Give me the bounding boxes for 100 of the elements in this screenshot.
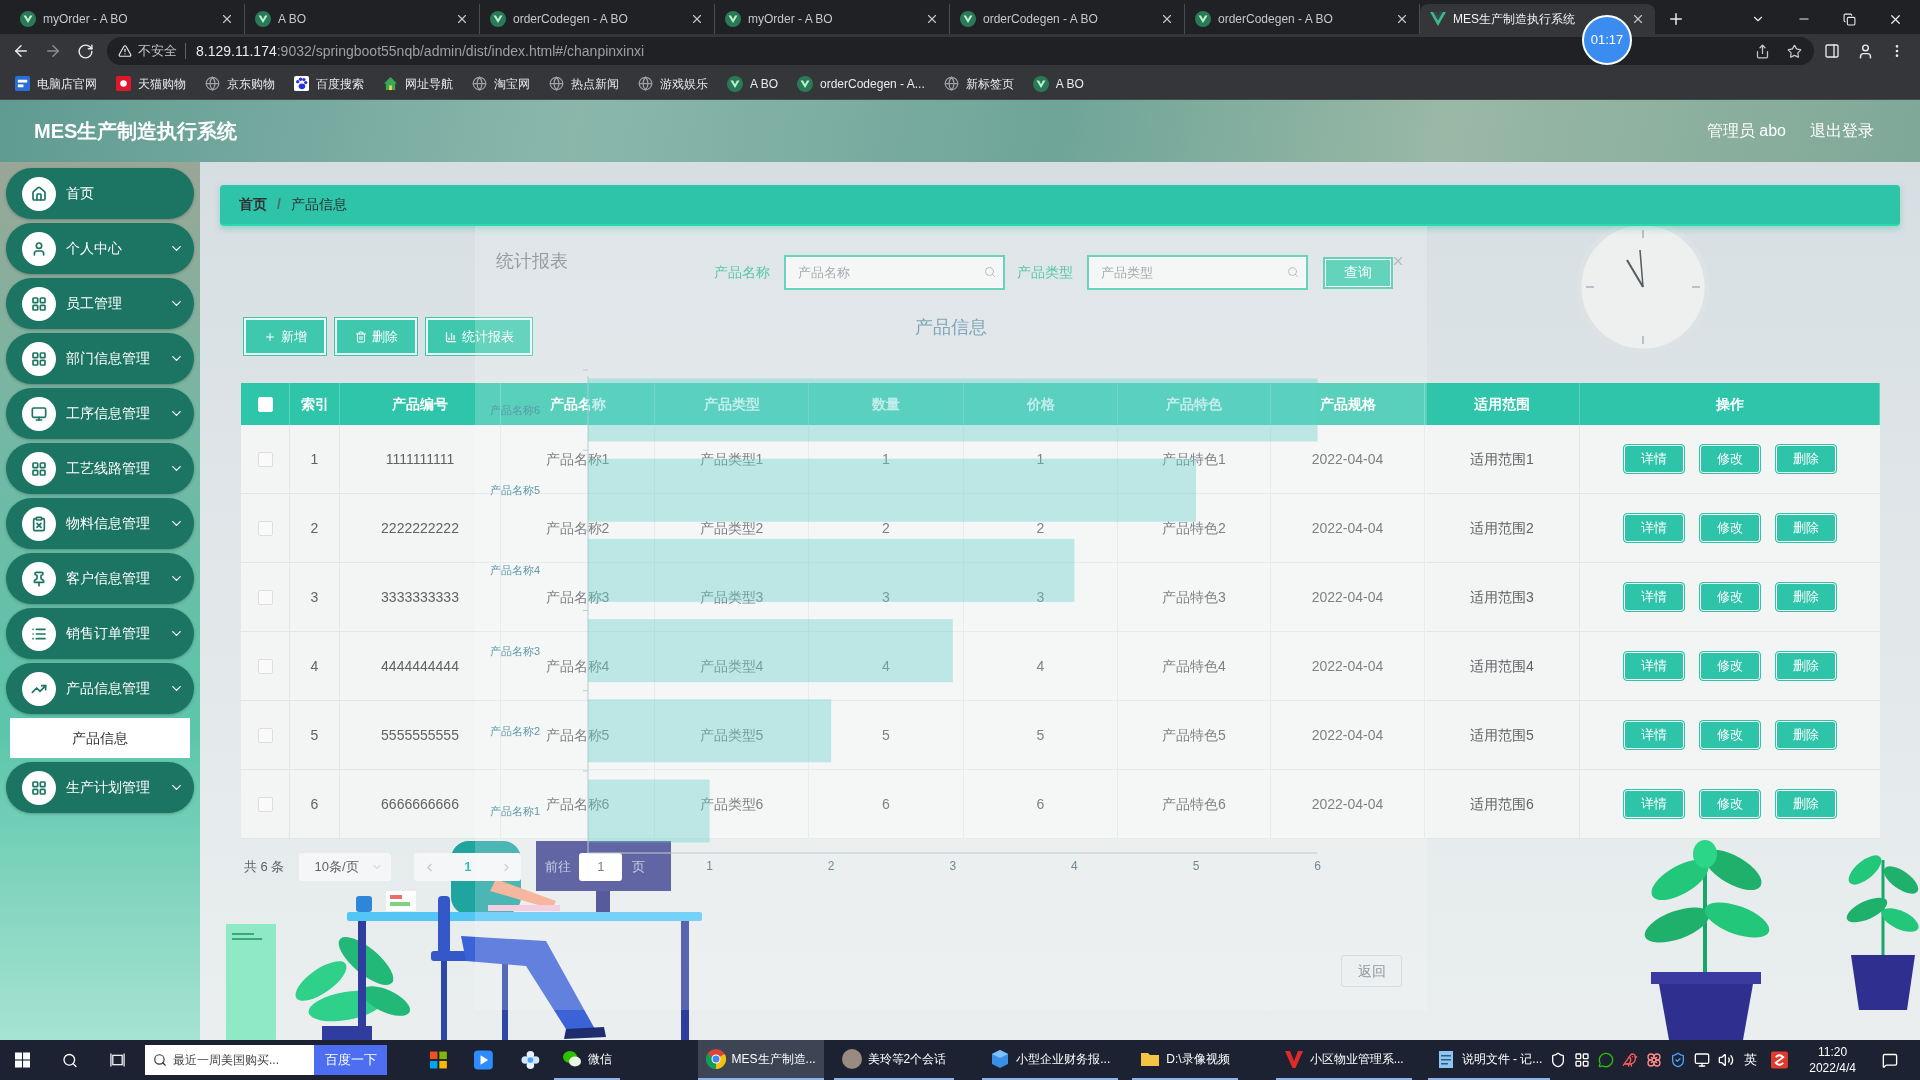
star-icon[interactable] [1787, 43, 1802, 59]
sidebar-menu-item[interactable]: 物料信息管理 [6, 498, 194, 549]
notification-icon[interactable] [1882, 1051, 1898, 1069]
close-icon[interactable] [925, 12, 939, 26]
search-button[interactable]: 百度一下 [314, 1045, 388, 1075]
bookmark[interactable]: 百度搜索 [294, 74, 364, 93]
checkbox[interactable] [257, 520, 273, 536]
sidebar-menu-item[interactable]: 产品信息管理 [6, 663, 194, 714]
new-tab-icon[interactable] [1667, 10, 1685, 28]
close-icon[interactable] [455, 12, 469, 26]
chat-icon[interactable] [1598, 1052, 1615, 1068]
taskbar-app[interactable]: 微信 [553, 1040, 620, 1080]
bookmark[interactable]: A BO [727, 74, 778, 93]
close-icon[interactable] [1395, 12, 1409, 26]
task-view-icon[interactable] [109, 1052, 125, 1068]
bookmark[interactable]: 热点新闻 [549, 74, 619, 93]
v-logo-icon [725, 11, 741, 27]
bookmark[interactable]: 淘宝网 [472, 74, 530, 93]
browser-icon [705, 1049, 726, 1069]
bookmark[interactable]: 网址导航 [383, 74, 453, 93]
page-size-select[interactable]: 10条/页 [299, 853, 392, 881]
checkbox[interactable] [257, 796, 273, 812]
close-icon[interactable] [690, 12, 704, 26]
search-field[interactable]: 产品类型 [1086, 255, 1308, 290]
checkbox[interactable] [257, 451, 273, 467]
colored-squares-icon[interactable] [429, 1050, 448, 1070]
taskbar-app[interactable]: 小区物业管理系... [1275, 1040, 1412, 1080]
bookmark[interactable]: 天猫购物 [116, 74, 186, 93]
trash-icon [354, 330, 367, 343]
warning-icon [118, 44, 132, 58]
square-logo-icon [15, 76, 30, 91]
checkbox[interactable] [257, 658, 273, 674]
taskbar-app[interactable]: 美玲等2个会话 [833, 1040, 955, 1080]
table-cell: 6 [964, 770, 1118, 839]
search-field[interactable]: 最近一周美国购买... [145, 1045, 314, 1075]
avatar-icon [841, 1049, 862, 1069]
sidebar-menu-item[interactable]: 员工管理 [6, 278, 194, 329]
tick-label: 4 [1071, 859, 1078, 873]
bookmark[interactable]: 游戏娱乐 [638, 74, 708, 93]
side-panel-icon[interactable] [1824, 43, 1840, 59]
sidebar-menu-item[interactable]: 客户信息管理 [6, 553, 194, 604]
page-number-input[interactable]: 1 [579, 853, 623, 881]
input-method-indicator[interactable]: 英 [1744, 1050, 1758, 1070]
bookmark[interactable]: 京东购物 [205, 74, 275, 93]
chat-bubbles-icon [561, 1049, 582, 1069]
field-label: 产品名称 [713, 263, 770, 282]
plus-icon [263, 330, 276, 343]
sidebar-submenu-item[interactable]: 产品信息 [10, 718, 190, 758]
v-logo-icon [727, 75, 743, 92]
close-icon[interactable] [1160, 12, 1174, 26]
paw-icon [294, 76, 309, 91]
share-icon[interactable] [1755, 43, 1770, 59]
tick-label: 1 [706, 859, 713, 873]
bird-icon[interactable] [1622, 1052, 1639, 1068]
table-cell: 产品类型6 [655, 770, 809, 839]
sidebar-menu-item[interactable]: 生产计划管理 [6, 762, 194, 813]
back-icon[interactable] [12, 42, 30, 60]
close-icon[interactable] [1631, 12, 1645, 26]
checkbox[interactable] [257, 727, 273, 743]
list-icon [22, 616, 56, 651]
pin-icon [22, 561, 56, 596]
sidebar-menu-item[interactable]: 个人中心 [6, 223, 194, 274]
volume-icon[interactable] [1718, 1052, 1735, 1068]
chart-title: 产品信息 [915, 316, 987, 338]
v-logo-icon [20, 11, 36, 27]
search-field[interactable]: 产品名称 [783, 255, 1005, 290]
taskbar-app[interactable]: MES生产制造... [697, 1040, 824, 1080]
sidebar-menu-item[interactable]: 首页 [6, 168, 194, 219]
shield-icon[interactable] [1550, 1052, 1567, 1068]
taskbar-app[interactable]: 小型企业财务报... [982, 1040, 1119, 1080]
browser-tab[interactable]: MES生产制造执行系统 [1420, 4, 1655, 34]
app-tile-icon[interactable] [1771, 1051, 1789, 1069]
play-icon[interactable] [474, 1050, 493, 1070]
forward-icon[interactable] [44, 42, 62, 60]
user-icon [22, 231, 56, 266]
bookmark[interactable]: 新标签页 [943, 74, 1014, 93]
close-icon[interactable] [220, 12, 234, 26]
taskbar-app[interactable]: D:\录像视频 [1132, 1040, 1238, 1080]
profile-icon[interactable] [1857, 42, 1874, 60]
restore-icon[interactable] [1843, 12, 1856, 26]
taskbar-app[interactable]: 说明文件 - 记... [1427, 1040, 1551, 1080]
bookmark[interactable]: orderCodegen - A... [797, 74, 925, 93]
reload-icon[interactable] [77, 42, 94, 60]
bookmark[interactable]: A BO [1032, 74, 1084, 93]
sidebar-menu-item[interactable]: 工序信息管理 [6, 388, 194, 439]
sidebar-menu-item[interactable]: 工艺线路管理 [6, 443, 194, 494]
grid-icon[interactable] [1574, 1052, 1591, 1068]
checkbox[interactable] [257, 589, 273, 605]
taskbar-date: 2022/4/4 [1809, 1060, 1856, 1076]
sidebar-menu-item[interactable]: 部门信息管理 [6, 333, 194, 384]
bookmark[interactable]: 电脑店官网 [15, 74, 97, 93]
sidebar-menu-item[interactable]: 销售订单管理 [6, 608, 194, 659]
flower-icon[interactable] [520, 1050, 540, 1070]
v-logo-icon [1195, 11, 1211, 27]
flower-icon[interactable] [1646, 1052, 1663, 1068]
monitor-icon[interactable] [1694, 1052, 1711, 1068]
breadcrumb-link[interactable]: 首页 [239, 194, 267, 215]
windows-logo-icon[interactable] [15, 1052, 30, 1068]
search-icon[interactable] [62, 1051, 78, 1069]
shield-check-icon[interactable] [1670, 1052, 1687, 1068]
